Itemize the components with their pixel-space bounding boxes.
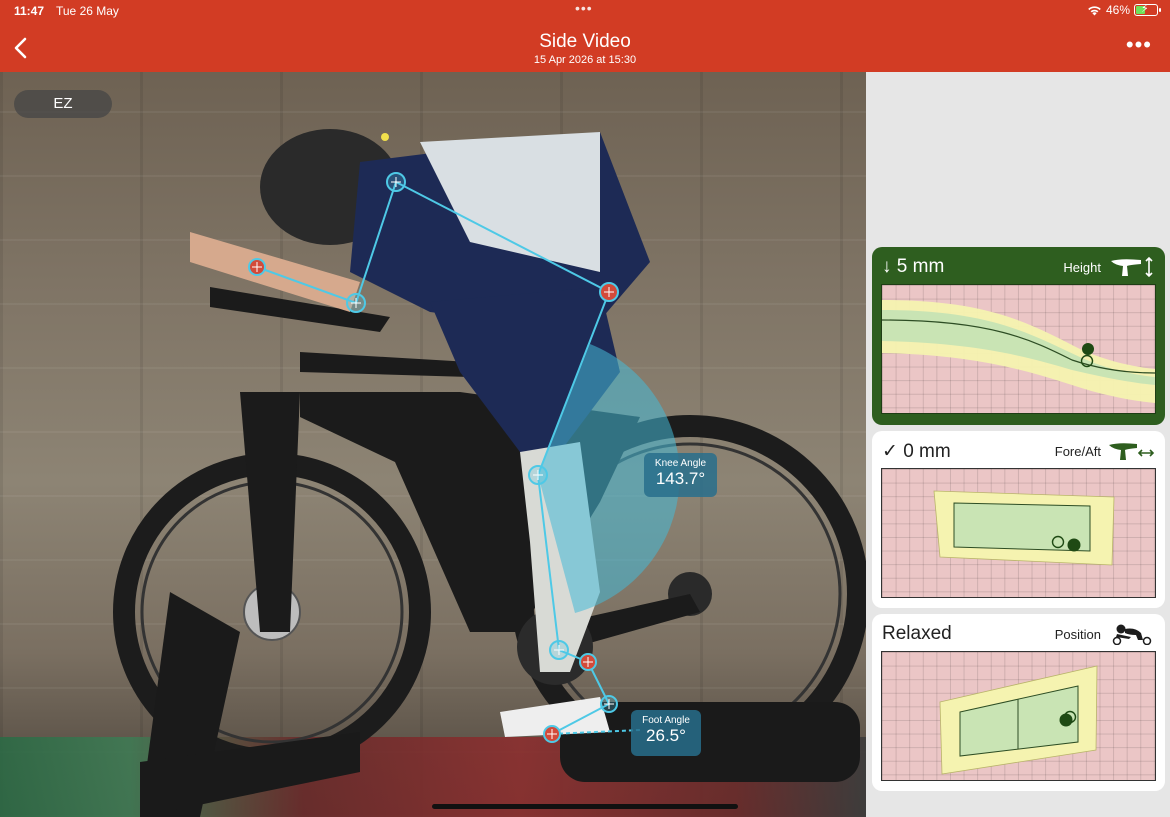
height-card[interactable]: ↓ 5 mm Height xyxy=(872,247,1165,425)
position-card[interactable]: Relaxed Position xyxy=(872,614,1165,791)
fore-aft-plot xyxy=(881,468,1156,598)
ez-badge[interactable]: EZ xyxy=(14,90,112,118)
nav-subtitle: 15 Apr 2026 at 15:30 xyxy=(533,54,637,66)
status-right: 46% ⚡ xyxy=(1087,3,1161,17)
position-label: Position xyxy=(1054,626,1101,642)
battery-icon: ⚡ xyxy=(1134,3,1161,16)
helmet-marker xyxy=(381,133,389,141)
video-scene xyxy=(113,129,866,817)
battery-percent: 46% xyxy=(1105,3,1130,17)
position-value: Relaxed xyxy=(882,623,952,644)
knee-angle-label: Knee Angle 143.7° xyxy=(644,453,717,497)
fore-aft-card[interactable]: ✓ 0 mm Fore/Aft xyxy=(872,431,1165,608)
status-time: 11:47 xyxy=(14,4,45,18)
elbow-joint xyxy=(346,293,366,313)
nav-title: Side Video xyxy=(539,31,631,52)
wifi-icon xyxy=(1088,5,1101,15)
fore-aft-value: ✓ 0 mm xyxy=(882,440,951,462)
saddle-height-icon xyxy=(1111,256,1153,278)
status-date: Tue 26 May xyxy=(56,4,119,18)
home-indicator[interactable] xyxy=(432,804,738,809)
side-video-frame[interactable]: EZ Knee Angle 143.7° Foot Angle 26.5° xyxy=(0,72,866,817)
shoulder-joint xyxy=(386,172,406,192)
height-plot xyxy=(881,284,1156,414)
heel-joint xyxy=(579,653,597,671)
top-bar: 11:47 Tue 26 May ••• 46% ⚡ Side Video 15… xyxy=(0,0,1170,72)
hip-joint xyxy=(599,282,619,302)
multitasking-dots-icon[interactable]: ••• xyxy=(575,0,593,16)
saddle-fore-aft-icon xyxy=(1109,443,1155,460)
foot-angle-value: 26.5° xyxy=(646,726,686,745)
foot-angle-label: Foot Angle 26.5° xyxy=(631,710,701,756)
toe-joint xyxy=(600,695,618,713)
knee-angle-value: 143.7° xyxy=(655,469,706,488)
position-plot xyxy=(881,651,1156,781)
height-label: Height xyxy=(1063,259,1101,275)
rider-position-icon xyxy=(1112,624,1152,645)
fore-aft-label: Fore/Aft xyxy=(1054,443,1101,459)
ankle-joint xyxy=(549,640,569,660)
knee-joint xyxy=(528,465,548,485)
height-value: ↓ 5 mm xyxy=(882,256,945,277)
knee-angle-title: Knee Angle xyxy=(654,458,707,469)
more-dots-icon[interactable]: ••• xyxy=(1126,34,1152,56)
pedal-joint xyxy=(543,725,561,743)
wrist-joint xyxy=(248,258,266,276)
foot-angle-title: Foot Angle xyxy=(642,715,690,726)
